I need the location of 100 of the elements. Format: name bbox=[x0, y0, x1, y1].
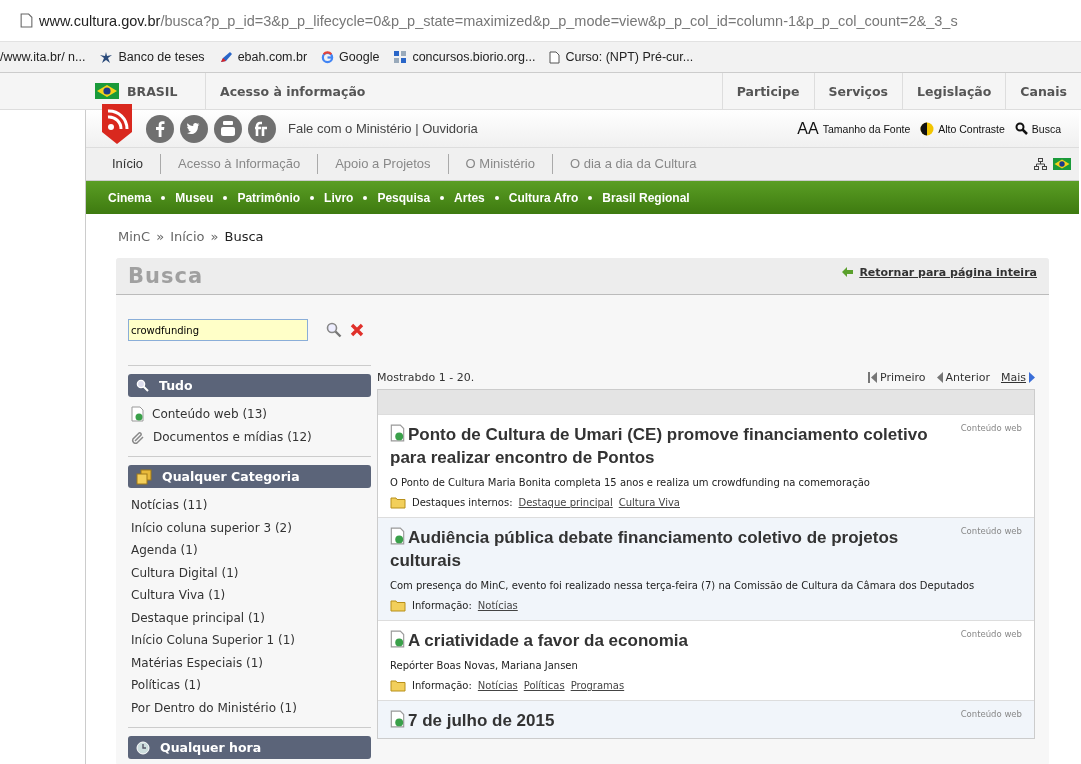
first-page-link[interactable]: Primeiro bbox=[879, 370, 926, 384]
nav-tab[interactable]: Início bbox=[86, 154, 161, 174]
access-link[interactable]: Acesso à informação bbox=[206, 73, 722, 109]
web-page-icon bbox=[390, 630, 405, 648]
web-page-icon bbox=[390, 710, 405, 728]
gov-link[interactable]: Serviços bbox=[813, 73, 903, 109]
bullet-icon bbox=[223, 195, 228, 200]
result-type: Conteúdo web bbox=[960, 709, 1022, 719]
twitter-icon[interactable] bbox=[180, 114, 208, 143]
flickr-icon[interactable] bbox=[248, 114, 276, 143]
font-size-link[interactable]: Tamanho da Fonte bbox=[822, 122, 911, 135]
font-size-mark[interactable]: AA bbox=[797, 119, 819, 138]
contrast-link[interactable]: Alto Contraste bbox=[938, 122, 1005, 135]
google-icon bbox=[321, 50, 335, 64]
result-title[interactable]: Audiência pública debate financiamento coletivo de projetos culturais bbox=[390, 526, 949, 572]
bullet-icon bbox=[494, 195, 499, 200]
bookmark[interactable]: Google bbox=[321, 50, 380, 64]
page-icon bbox=[549, 50, 561, 64]
facet-item[interactable]: Políticas (1) bbox=[131, 674, 368, 697]
first-page-icon[interactable] bbox=[867, 371, 877, 383]
facet-item[interactable]: Conteúdo web (13) bbox=[131, 403, 368, 426]
facet-item[interactable]: Cultura Viva (1) bbox=[131, 584, 368, 607]
facet-item[interactable]: Cultura Digital (1) bbox=[131, 561, 368, 584]
facet-item[interactable]: Destaque principal (1) bbox=[131, 606, 368, 629]
facet-item[interactable]: Agenda (1) bbox=[131, 539, 368, 562]
nav-link[interactable]: Patrimônio bbox=[237, 190, 301, 205]
folder-icon bbox=[390, 496, 406, 509]
bullet-icon bbox=[310, 195, 315, 200]
nav-link[interactable]: Pesquisa bbox=[377, 190, 431, 205]
result-type: Conteúdo web bbox=[960, 629, 1022, 639]
previous-link[interactable]: Anterior bbox=[945, 370, 990, 384]
bookmark[interactable]: concursos.biorio.org... bbox=[393, 50, 536, 64]
bookmark[interactable]: Curso: (NPT) Pré-cur... bbox=[549, 50, 694, 64]
result-title[interactable]: Ponto de Cultura de Umari (CE) promove financiamento coletivo para realizar encontro de Pontos bbox=[390, 423, 949, 469]
page-icon bbox=[20, 13, 33, 28]
facet-item[interactable]: Documentos e mídias (12) bbox=[131, 425, 368, 448]
folders-icon bbox=[136, 468, 152, 485]
flag-icon bbox=[95, 83, 119, 99]
search-field[interactable]: crowdfunding bbox=[128, 319, 308, 341]
bookmark[interactable]: ebah.com.br bbox=[218, 50, 308, 64]
facet-header[interactable]: Qualquer Categoria bbox=[128, 465, 371, 488]
result-type: Conteúdo web bbox=[960, 423, 1022, 433]
bird-icon bbox=[99, 51, 114, 63]
facet-item[interactable]: Matérias Especiais (1) bbox=[131, 651, 368, 674]
bullet-icon bbox=[363, 195, 368, 200]
nav-link[interactable]: Brasil Regional bbox=[602, 190, 690, 205]
clear-icon[interactable] bbox=[350, 323, 364, 337]
tag-label: Destaques internos: bbox=[412, 497, 513, 508]
breadcrumb-item[interactable]: Início bbox=[170, 228, 205, 244]
nav-link[interactable]: Cinema bbox=[108, 190, 152, 205]
nav-link[interactable]: Museu bbox=[175, 190, 214, 205]
facet-header[interactable]: Tudo bbox=[128, 374, 371, 397]
result-snippet: Com presença do MinC, evento foi realizado nessa terça-feira (7) na Comissão de Cultura da Câmara dos Deputados bbox=[390, 580, 976, 591]
bullet-icon bbox=[161, 195, 166, 200]
facet-item[interactable]: Início Coluna Superior 1 (1) bbox=[131, 629, 368, 652]
address-field[interactable]: www.cultura.gov.br/busca?p_p_id=3&p_p_lifecycle=0&p_p_state=maximized&p_p_mode=view&p_p_col_id=column-1&p_p_col_count=2&_3_s bbox=[39, 12, 958, 29]
contrast-icon[interactable] bbox=[920, 121, 935, 136]
nav-link[interactable]: Artes bbox=[454, 190, 485, 205]
back-arrow-icon[interactable] bbox=[842, 267, 854, 277]
tag-link[interactable]: Cultura Viva bbox=[618, 497, 680, 508]
facet-item[interactable]: Notícias (11) bbox=[131, 494, 368, 517]
contact-link[interactable]: Fale com o Ministério | Ouvidoria bbox=[288, 121, 478, 136]
nav-link[interactable]: Cultura Afro bbox=[508, 190, 579, 205]
rss-icon[interactable] bbox=[100, 104, 134, 144]
breadcrumb-separator: » bbox=[210, 228, 219, 244]
search-link[interactable]: Busca bbox=[1031, 122, 1061, 135]
tag-link[interactable]: Notícias bbox=[477, 600, 518, 611]
bullet-icon bbox=[440, 195, 445, 200]
gov-link[interactable]: Legislação bbox=[902, 73, 1006, 109]
facet-item[interactable]: Por Dentro do Ministério (1) bbox=[131, 696, 368, 719]
bookmark[interactable]: /www.ita.br/ n... bbox=[0, 50, 86, 64]
tag-link[interactable]: Notícias bbox=[477, 680, 518, 691]
gov-link[interactable]: Participe bbox=[721, 73, 814, 109]
result-title[interactable]: A criatividade a favor da economia bbox=[390, 629, 949, 652]
nav-link[interactable]: Livro bbox=[324, 190, 354, 205]
tag-label: Informação: bbox=[412, 680, 472, 691]
tag-link[interactable]: Destaque principal bbox=[518, 497, 613, 508]
facet-item[interactable]: Início coluna superior 3 (2) bbox=[131, 516, 368, 539]
bookmark[interactable]: Banco de teses bbox=[99, 50, 205, 64]
sitemap-icon[interactable] bbox=[1034, 158, 1047, 170]
tag-label: Informação: bbox=[412, 600, 472, 611]
previous-icon[interactable] bbox=[936, 371, 943, 383]
breadcrumb-item[interactable]: Busca bbox=[224, 228, 264, 244]
more-link[interactable]: Mais bbox=[1000, 370, 1026, 384]
search-icon[interactable] bbox=[1014, 122, 1028, 135]
brand-label[interactable]: BRASIL bbox=[127, 83, 178, 99]
folder-icon bbox=[390, 679, 406, 692]
result-type: Conteúdo web bbox=[960, 526, 1022, 536]
facet-header[interactable]: Qualquer hora bbox=[128, 736, 371, 759]
breadcrumb-item[interactable]: MinC bbox=[118, 228, 151, 244]
result-snippet: Repórter Boas Novas, Mariana Jansen bbox=[390, 660, 579, 671]
gov-link[interactable]: Canais bbox=[1005, 73, 1081, 109]
folder-icon bbox=[390, 599, 406, 612]
flag-icon[interactable] bbox=[1053, 158, 1071, 170]
tag-link[interactable]: Políticas bbox=[523, 680, 565, 691]
return-link[interactable]: Retornar para página inteira bbox=[859, 265, 1037, 279]
next-icon[interactable] bbox=[1029, 371, 1035, 383]
result-title[interactable]: 7 de julho de 2015 bbox=[390, 709, 949, 732]
facebook-icon[interactable] bbox=[146, 114, 174, 143]
tag-link[interactable]: Programas bbox=[570, 680, 625, 691]
